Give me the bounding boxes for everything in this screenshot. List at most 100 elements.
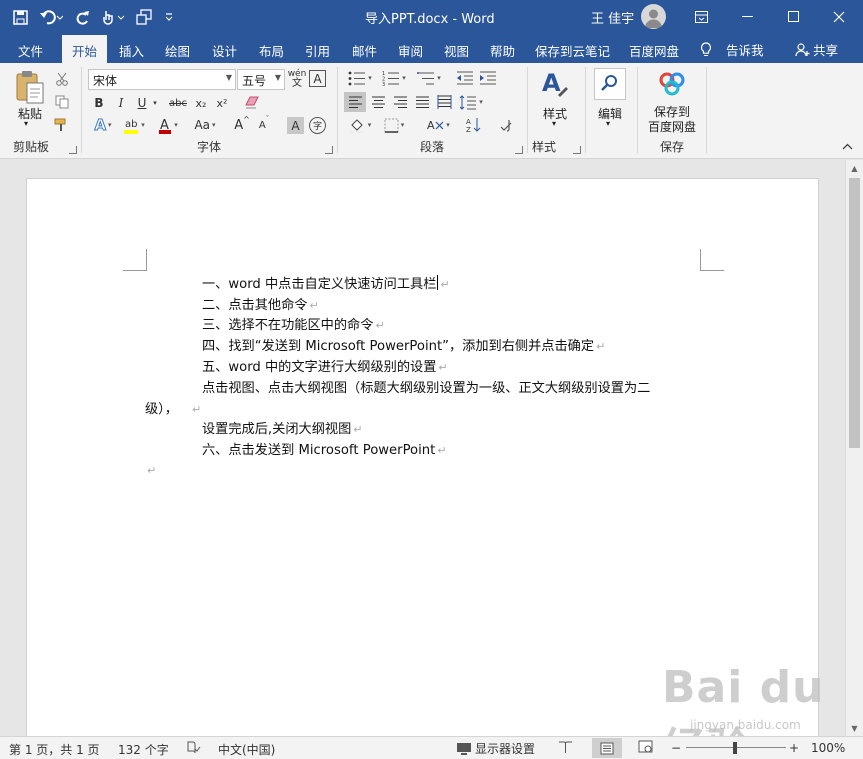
language[interactable]: 中文(中国) — [218, 741, 275, 758]
chinese-layout-icon[interactable]: A ▾ — [422, 115, 454, 135]
underline-button[interactable]: U — [134, 93, 150, 113]
enclose-characters-icon[interactable]: 字 — [309, 117, 326, 134]
page-count[interactable]: 第 1 页，共 1 页 — [9, 741, 100, 758]
styles-gallery-icon[interactable]: A — [540, 69, 570, 99]
touch-mode-icon[interactable] — [96, 5, 130, 29]
baidu-netdisk-icon[interactable] — [658, 71, 686, 97]
styles-launcher-icon[interactable] — [573, 146, 581, 154]
paragraph[interactable]: 四、找到“发送到 Microsoft PowerPoint”，添加到右侧并点击确… — [202, 337, 605, 357]
zoom-out-button[interactable]: − — [671, 741, 681, 755]
copy-icon[interactable] — [52, 92, 72, 112]
proofing-icon[interactable] — [186, 740, 201, 758]
font-name-combo[interactable]: 宋体 ▼ — [88, 69, 236, 90]
paragraph[interactable]: 级）， ↵ — [145, 400, 201, 420]
editing-search-icon[interactable] — [594, 68, 626, 100]
superscript-button[interactable]: x² — [213, 93, 231, 113]
tab-view[interactable]: 视图 — [444, 41, 469, 60]
clipboard-launcher-icon[interactable] — [69, 146, 77, 154]
tell-me-box[interactable]: 告诉我 — [700, 40, 764, 59]
font-size-combo[interactable]: 五号 ▼ — [237, 69, 285, 90]
font-launcher-icon[interactable] — [325, 146, 333, 154]
paste-label[interactable]: 粘贴 — [14, 105, 46, 122]
cut-icon[interactable] — [52, 69, 72, 89]
text-effects-icon[interactable]: A ▾ — [90, 115, 116, 135]
strikethrough-button[interactable]: abc — [166, 93, 190, 113]
editing-dropdown-icon[interactable]: ▾ — [606, 119, 610, 128]
shrink-font-icon[interactable]: Aˇ — [254, 115, 274, 135]
paragraph[interactable]: 六、点击发送到 Microsoft PowerPoint ↵ — [202, 441, 447, 461]
document-page[interactable]: 一、word 中点击自定义快速访问工具栏 ↵ 二、点击其他命令 ↵ 三、选择不在功能… — [26, 178, 819, 736]
save-icon[interactable] — [6, 5, 34, 29]
bullets-icon[interactable]: ▾ — [344, 68, 376, 88]
format-painter-icon[interactable] — [52, 115, 72, 135]
show-hide-marks-icon[interactable] — [496, 115, 516, 135]
line-spacing-icon[interactable]: ▾ — [456, 92, 486, 112]
tab-help[interactable]: 帮助 — [490, 41, 515, 60]
send-to-powerpoint-icon[interactable] — [130, 5, 158, 29]
vertical-scrollbar[interactable]: ▲ ▼ — [845, 160, 863, 736]
underline-dropdown-icon[interactable]: ▾ — [150, 93, 160, 113]
character-shading-icon[interactable]: A — [287, 117, 304, 134]
web-layout-icon[interactable] — [638, 740, 653, 757]
styles-dropdown-icon[interactable]: ▾ — [552, 119, 556, 128]
zoom-level[interactable]: 100% — [811, 741, 845, 755]
paragraph[interactable]: 设置完成后,关闭大纲视图 ↵ — [202, 420, 362, 440]
character-border-icon[interactable]: A — [309, 70, 326, 87]
print-layout-icon[interactable] — [592, 738, 622, 758]
justify-button[interactable] — [412, 92, 432, 112]
maximize-button[interactable] — [770, 0, 816, 33]
phonetic-guide-icon[interactable]: wén 文 — [287, 69, 307, 89]
tab-save-to-cloud-notes[interactable]: 保存到云笔记 — [535, 41, 610, 60]
empty-paragraph[interactable]: ↵ — [145, 461, 156, 481]
display-settings-button[interactable]: 显示器设置 — [456, 740, 535, 757]
undo-icon[interactable] — [34, 5, 68, 29]
grow-font-icon[interactable]: A ^ — [232, 115, 252, 135]
save-to-baidu-button[interactable]: 保存到 百度网盘 — [638, 105, 706, 135]
redo-icon[interactable] — [68, 5, 96, 29]
paragraph-launcher-icon[interactable] — [515, 146, 523, 154]
numbering-icon[interactable]: 1 2 3 ▾ — [378, 68, 410, 88]
multilevel-list-icon[interactable]: ▾ — [412, 68, 446, 88]
center-align-button[interactable] — [368, 92, 388, 112]
change-case-icon[interactable]: Aa ▾ — [190, 115, 220, 135]
close-button[interactable] — [816, 0, 862, 33]
user-name[interactable]: 王 佳宇 — [591, 8, 634, 27]
collapse-ribbon-icon[interactable] — [842, 142, 853, 153]
bold-button[interactable]: B — [90, 93, 108, 113]
tab-mailings[interactable]: 邮件 — [352, 41, 377, 60]
decrease-indent-icon[interactable] — [454, 68, 474, 88]
zoom-slider-thumb[interactable] — [733, 742, 737, 754]
tab-review[interactable]: 审阅 — [398, 41, 423, 60]
tab-file[interactable]: 文件 — [18, 41, 43, 60]
sort-icon[interactable]: AZ — [464, 115, 484, 135]
tab-insert[interactable]: 插入 — [119, 41, 144, 60]
paragraph[interactable]: 点击视图、点击大纲视图（标题大纲级别设置为一级、正文大纲级别设置为二 — [202, 379, 650, 399]
subscript-button[interactable]: x₂ — [192, 93, 210, 113]
paragraph[interactable]: 三、选择不在功能区中的命令 ↵ — [202, 316, 385, 336]
paragraph[interactable]: 一、word 中点击自定义快速访问工具栏 ↵ — [202, 275, 450, 295]
tab-home[interactable]: 开始 — [62, 35, 108, 63]
borders-icon[interactable]: ▾ — [378, 115, 410, 135]
share-button[interactable]: 共享 — [795, 40, 838, 59]
ribbon-display-options-icon[interactable] — [678, 0, 724, 33]
distributed-button[interactable] — [434, 92, 454, 112]
tab-layout[interactable]: 布局 — [259, 41, 284, 60]
avatar[interactable] — [641, 4, 666, 29]
minimize-button[interactable] — [724, 0, 770, 33]
paragraph[interactable]: 五、word 中的文字进行大纲级别的设置 ↵ — [202, 358, 448, 378]
shading-icon[interactable]: ▾ — [344, 115, 376, 135]
font-color-icon[interactable]: A ▾ — [154, 115, 182, 135]
scrollbar-thumb[interactable] — [849, 178, 860, 448]
align-right-button[interactable] — [390, 92, 410, 112]
increase-indent-icon[interactable] — [477, 68, 497, 88]
align-left-button[interactable] — [344, 92, 366, 112]
word-count[interactable]: 132 个字 — [118, 741, 169, 758]
clear-formatting-icon[interactable] — [242, 93, 262, 113]
tab-references[interactable]: 引用 — [305, 41, 330, 60]
paragraph[interactable]: 二、点击其他命令 ↵ — [202, 296, 319, 316]
zoom-in-button[interactable]: + — [789, 741, 799, 755]
paste-dropdown-icon[interactable]: ▾ — [24, 119, 28, 128]
highlight-color-icon[interactable]: ab ▾ — [120, 115, 148, 135]
tab-baidu-netdisk[interactable]: 百度网盘 — [629, 41, 679, 60]
scroll-up-icon[interactable]: ▲ — [846, 160, 863, 176]
